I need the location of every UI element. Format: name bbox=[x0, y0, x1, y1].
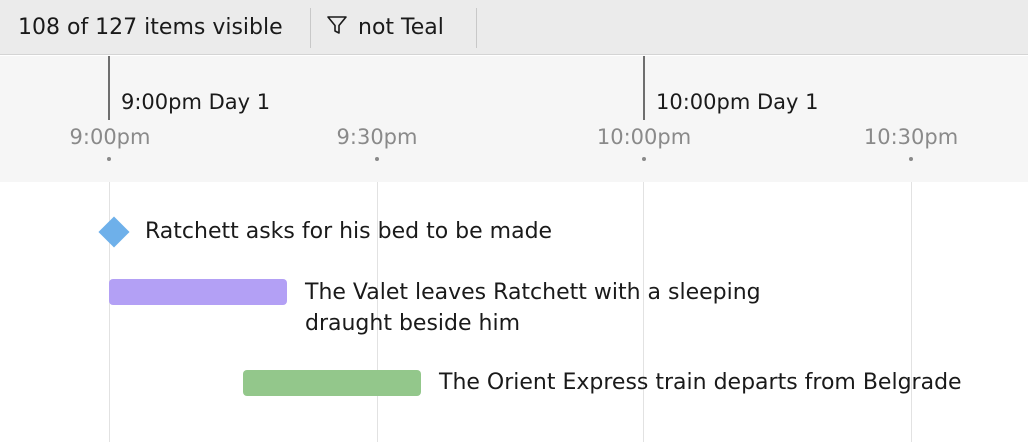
milestone-marker[interactable] bbox=[98, 216, 130, 248]
event-bar[interactable] bbox=[243, 370, 421, 396]
tick-dot bbox=[107, 157, 111, 161]
event-label[interactable]: The Valet leaves Ratchett with a sleepin… bbox=[305, 277, 825, 339]
toolbar-divider bbox=[310, 8, 311, 48]
filter-icon bbox=[326, 14, 358, 42]
major-tick-line bbox=[108, 56, 110, 120]
minor-tick-label: 9:30pm bbox=[336, 125, 418, 149]
tick-dot bbox=[909, 157, 913, 161]
filter-button[interactable]: not Teal bbox=[326, 0, 444, 55]
event-label[interactable]: The Orient Express train departs from Be… bbox=[439, 367, 962, 398]
timeline-canvas[interactable]: Ratchett asks for his bed to be made The… bbox=[0, 182, 1028, 442]
event-label[interactable]: Ratchett asks for his bed to be made bbox=[145, 216, 552, 247]
filter-label: not Teal bbox=[358, 15, 444, 40]
grid-line bbox=[911, 182, 912, 442]
minor-tick-label: 10:00pm bbox=[596, 125, 692, 149]
visible-items-count: 108 of 127 items visible bbox=[18, 15, 283, 40]
tick-dot bbox=[375, 157, 379, 161]
minor-tick-label: 10:30pm bbox=[863, 125, 959, 149]
tick-dot bbox=[642, 157, 646, 161]
timeline-toolbar: 108 of 127 items visible not Teal bbox=[0, 0, 1028, 55]
time-ruler: 9:00pm Day 1 10:00pm Day 1 9:00pm 9:30pm… bbox=[0, 56, 1028, 182]
major-tick-label: 10:00pm Day 1 bbox=[656, 90, 819, 114]
toolbar-divider bbox=[476, 8, 477, 48]
event-bar[interactable] bbox=[109, 279, 287, 305]
major-tick-line bbox=[643, 56, 645, 120]
minor-tick-label: 9:00pm bbox=[69, 125, 151, 149]
major-tick-label: 9:00pm Day 1 bbox=[121, 90, 271, 114]
